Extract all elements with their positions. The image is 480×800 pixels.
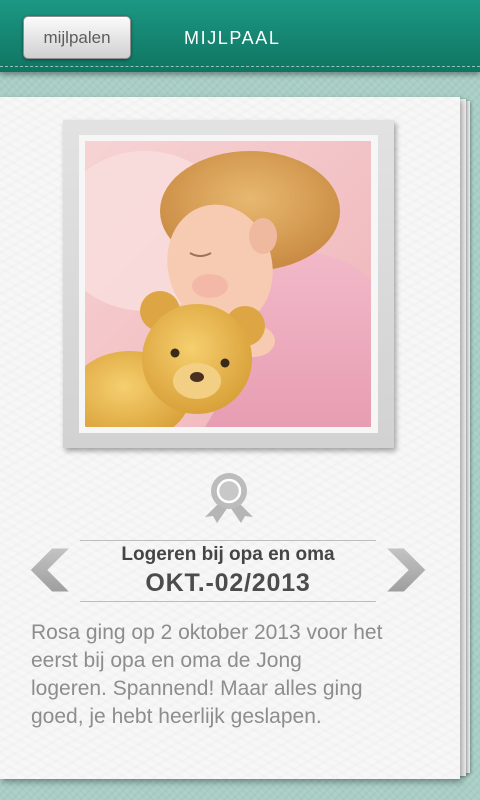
previous-milestone-button[interactable] xyxy=(28,546,72,594)
description-line: eerst bij opa en oma de Jong xyxy=(31,649,302,672)
description-line: goed, je hebt heerlijk geslapen. xyxy=(31,705,322,728)
app-header: mijlpalen MIJLPAAL xyxy=(0,0,480,72)
title-bottom-divider xyxy=(80,601,376,602)
child-cheek xyxy=(192,274,228,298)
chevron-right-icon xyxy=(384,547,427,593)
header-stitch-divider xyxy=(0,66,480,67)
photo-frame xyxy=(63,120,394,448)
bear-nose xyxy=(190,372,204,382)
child-ear xyxy=(249,218,277,254)
page-title: MIJLPAAL xyxy=(184,28,281,48)
bear-eye-right xyxy=(220,358,230,368)
description-line: logeren. Spannend! Maar alles ging xyxy=(31,677,363,700)
milestone-description: Rosa ging op 2 oktober 2013 voor het eer… xyxy=(31,619,451,731)
milestone-title: Logeren bij opa en oma xyxy=(121,544,335,565)
milestones-back-button[interactable]: mijlpalen xyxy=(23,16,131,59)
next-milestone-button[interactable] xyxy=(384,546,428,594)
chevron-left-icon xyxy=(29,547,72,593)
description-line: Rosa ging op 2 oktober 2013 voor het xyxy=(31,621,383,644)
bear-eye-left xyxy=(170,348,180,358)
title-top-divider xyxy=(80,540,376,541)
milestone-photo xyxy=(85,141,371,427)
milestone-date: OKT.-02/2013 xyxy=(145,569,311,597)
award-ribbon-icon xyxy=(205,473,253,523)
